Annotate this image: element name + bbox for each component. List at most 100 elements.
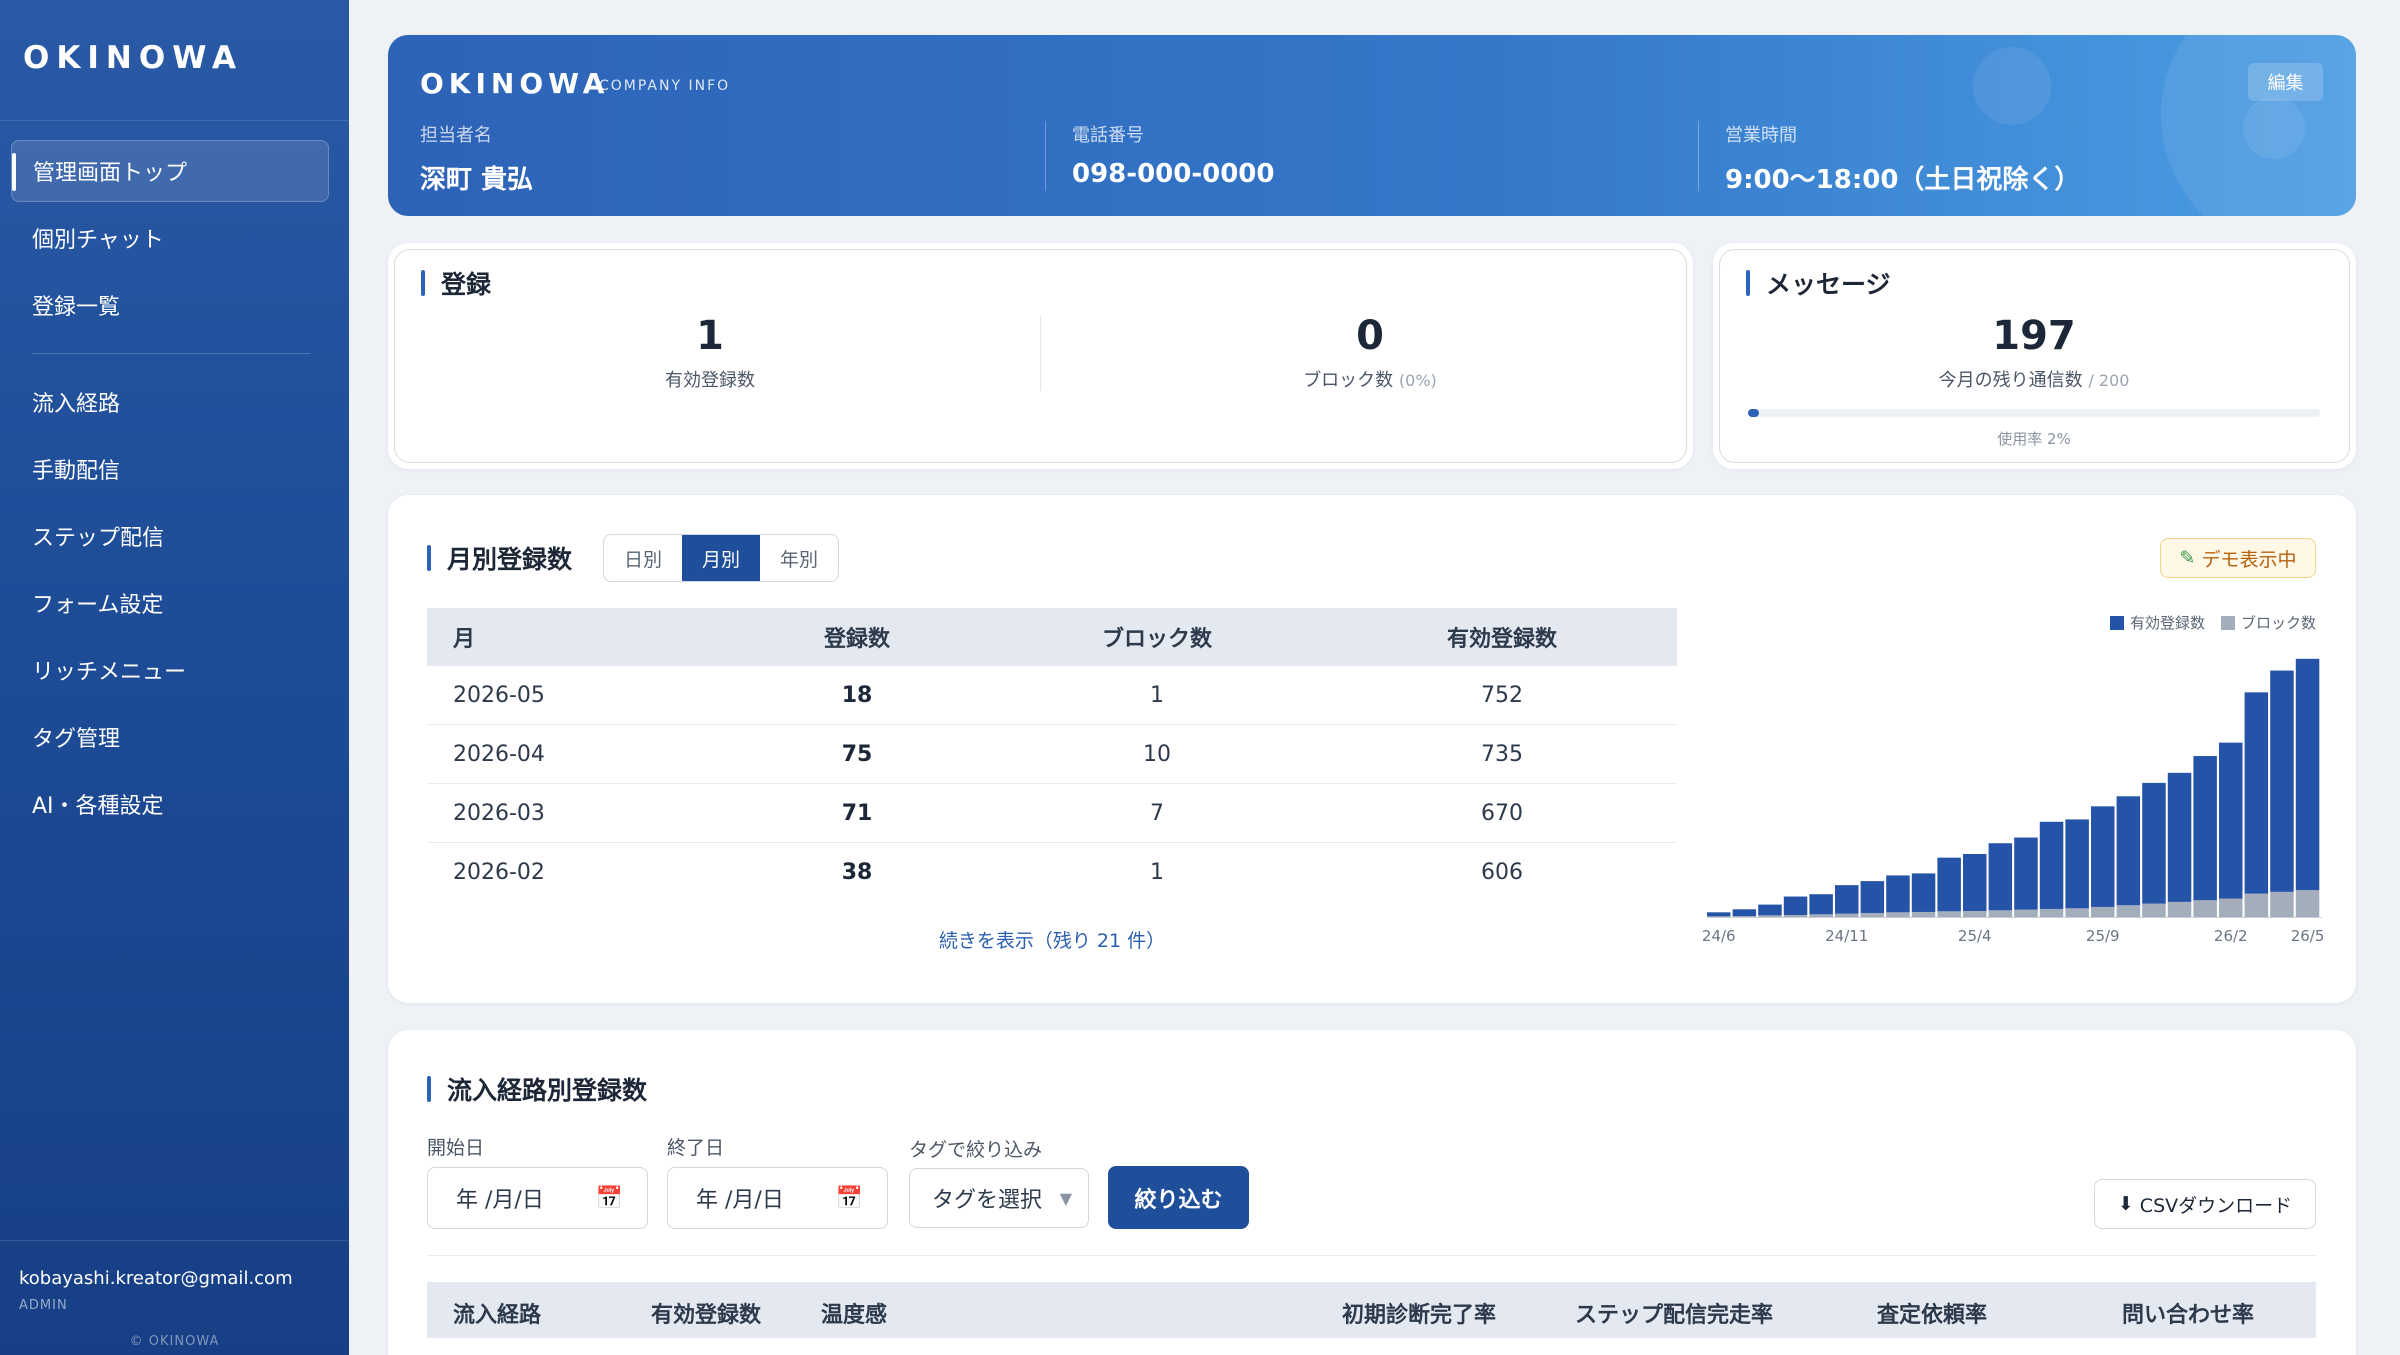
decorative-circle bbox=[2243, 97, 2305, 159]
cell-active: 670 bbox=[1481, 800, 1523, 826]
hours-info: 営業時間 9:00〜18:00（土日祝除く） bbox=[1725, 121, 2080, 196]
bar-blocked-24/6 bbox=[1707, 916, 1731, 917]
chevron-down-icon: ▼ bbox=[1059, 1188, 1072, 1208]
bar-active-25/1 bbox=[1886, 875, 1910, 913]
tab-monthly[interactable]: 月別 bbox=[682, 535, 760, 581]
cell-blocks: 1 bbox=[1150, 860, 1164, 885]
monthly-title: 月別登録数 bbox=[427, 540, 572, 576]
sidebar-item-tag-management[interactable]: タグ管理 bbox=[11, 706, 329, 768]
bar-blocked-25/5 bbox=[1988, 910, 2013, 917]
sidebar-item-label: 個別チャット bbox=[32, 228, 164, 253]
cell-blocks: 7 bbox=[1150, 800, 1164, 826]
cell-active: 606 bbox=[1481, 860, 1523, 885]
column-header[interactable]: ステップ配信完走率 bbox=[1575, 1297, 1773, 1329]
bar-blocked-25/11 bbox=[2142, 903, 2166, 917]
bar-blocked-25/2 bbox=[1911, 911, 1936, 917]
bar-blocked-25/8 bbox=[2065, 908, 2089, 917]
bar-blocked-25/1 bbox=[1886, 912, 1910, 917]
sidebar-item-ai-settings[interactable]: AI・各種設定 bbox=[11, 773, 329, 835]
user-role: ADMIN bbox=[19, 1298, 68, 1313]
column-header[interactable]: 有効登録数 bbox=[651, 1297, 761, 1329]
table-row: 2026-03 71 7 670 bbox=[427, 784, 1677, 843]
x-tick-label: 24/6 bbox=[1702, 927, 1736, 945]
cell-active: 735 bbox=[1481, 741, 1523, 767]
column-header[interactable]: 温度感 bbox=[821, 1297, 887, 1329]
cell-month: 2026-02 bbox=[453, 860, 545, 885]
sidebar-divider bbox=[32, 353, 310, 354]
date-placeholder: 年 /月/日 bbox=[456, 1188, 544, 1213]
bar-blocked-26/4 bbox=[2270, 891, 2294, 917]
bar-active-25/10 bbox=[2116, 796, 2141, 906]
csv-download-button[interactable]: ⬇ CSVダウンロード bbox=[2094, 1179, 2316, 1229]
sidebar-item-manual-delivery[interactable]: 手動配信 bbox=[11, 438, 329, 500]
edit-company-button[interactable]: 編集 bbox=[2248, 63, 2323, 101]
start-date-input[interactable]: 年 /月/日 📅 bbox=[427, 1167, 648, 1229]
bar-active-24/6 bbox=[1707, 912, 1731, 917]
bar-blocked-24/9 bbox=[1783, 914, 1808, 917]
bar-active-26/5 bbox=[2295, 658, 2320, 891]
show-more-link[interactable]: 続きを表示（残り 21 件） bbox=[427, 926, 1677, 953]
filter-button[interactable]: 絞り込む bbox=[1108, 1166, 1249, 1229]
bar-active-25/4 bbox=[1963, 853, 1987, 911]
x-tick-label: 25/9 bbox=[2086, 927, 2120, 945]
message-limit: / 200 bbox=[2088, 371, 2130, 390]
bar-active-24/10 bbox=[1809, 894, 1833, 915]
block-label-wrap: ブロック数 (0%) bbox=[1100, 366, 1640, 392]
column-header[interactable]: 査定依頼率 bbox=[1877, 1297, 1987, 1329]
bar-active-25/2 bbox=[1911, 873, 1936, 912]
sidebar-item-individual-chat[interactable]: 個別チャット bbox=[11, 207, 329, 269]
sidebar-item-label: 流入経路 bbox=[32, 392, 121, 417]
active-label: 有効登録数 bbox=[665, 370, 755, 391]
bar-blocked-26/2 bbox=[2219, 898, 2243, 917]
sidebar-item-inflow-routes[interactable]: 流入経路 bbox=[11, 371, 329, 433]
brand-logo[interactable]: OKINOWA bbox=[23, 40, 243, 76]
pencil-icon: ✎ bbox=[2179, 547, 2196, 569]
table-row: 2026-02 38 1 606 bbox=[427, 843, 1677, 902]
sidebar: OKINOWA 管理画面トップ 個別チャット 登録一覧 流入経路 手動配信 ステ… bbox=[0, 0, 349, 1355]
bar-active-25/3 bbox=[1937, 857, 1961, 912]
info-divider bbox=[1698, 121, 1699, 191]
column-header[interactable]: 問い合わせ率 bbox=[2122, 1297, 2254, 1329]
cell-month: 2026-05 bbox=[453, 682, 545, 708]
bar-active-26/3 bbox=[2244, 692, 2269, 894]
bar-active-25/11 bbox=[2142, 782, 2166, 904]
column-header[interactable]: 初期診断完了率 bbox=[1342, 1297, 1496, 1329]
table-header: 月 登録数 ブロック数 有効登録数 bbox=[427, 608, 1677, 666]
usage-progress-fill bbox=[1748, 409, 1760, 417]
remaining-label: 今月の残り通信数 bbox=[1938, 370, 2083, 391]
sidebar-item-step-delivery[interactable]: ステップ配信 bbox=[11, 505, 329, 567]
end-date-input[interactable]: 年 /月/日 📅 bbox=[667, 1167, 888, 1229]
tag-select[interactable]: タグを選択 ▼ bbox=[909, 1168, 1089, 1228]
registration-title: 登録 bbox=[421, 265, 491, 301]
info-divider bbox=[1045, 121, 1046, 191]
column-header[interactable]: 流入経路 bbox=[453, 1297, 541, 1329]
sidebar-item-registration-list[interactable]: 登録一覧 bbox=[11, 274, 329, 336]
block-percentage: (0%) bbox=[1398, 371, 1437, 390]
column-header[interactable]: 有効登録数 bbox=[1347, 621, 1657, 653]
column-header[interactable]: 登録数 bbox=[747, 621, 967, 653]
cell-registrations: 75 bbox=[841, 741, 873, 767]
monthly-bar-chart: 24/6 24/11 25/4 25/9 26/2 26/5 bbox=[1702, 658, 2324, 945]
sidebar-item-rich-menu[interactable]: リッチメニュー bbox=[11, 639, 329, 701]
x-tick-label: 26/2 bbox=[2214, 927, 2248, 945]
sidebar-item-label: リッチメニュー bbox=[32, 660, 187, 685]
phone-label: 電話番号 bbox=[1072, 125, 1144, 146]
contact-value: 深町 貴弘 bbox=[420, 165, 534, 195]
csv-download-label: CSVダウンロード bbox=[2139, 1194, 2293, 1217]
bar-blocked-24/7 bbox=[1732, 915, 1757, 917]
column-header[interactable]: ブロック数 bbox=[967, 621, 1347, 653]
start-date-label: 開始日 bbox=[427, 1137, 485, 1159]
column-header[interactable]: 月 bbox=[427, 621, 747, 653]
sidebar-item-admin-top[interactable]: 管理画面トップ bbox=[11, 140, 329, 202]
sidebar-item-label: AI・各種設定 bbox=[32, 794, 164, 819]
bar-active-26/4 bbox=[2270, 670, 2294, 892]
cell-month: 2026-04 bbox=[453, 741, 545, 767]
bar-active-24/9 bbox=[1783, 896, 1808, 915]
monthly-table: 月 登録数 ブロック数 有効登録数 2026-05 18 1 752 2026-… bbox=[427, 608, 1677, 902]
tab-yearly[interactable]: 年別 bbox=[760, 535, 838, 581]
block-label: ブロック数 bbox=[1303, 370, 1394, 391]
sidebar-item-form-settings[interactable]: フォーム設定 bbox=[11, 572, 329, 634]
tab-daily[interactable]: 日別 bbox=[604, 535, 682, 581]
company-subtitle: COMPANY INFO bbox=[599, 78, 731, 94]
bar-active-25/8 bbox=[2065, 819, 2089, 909]
